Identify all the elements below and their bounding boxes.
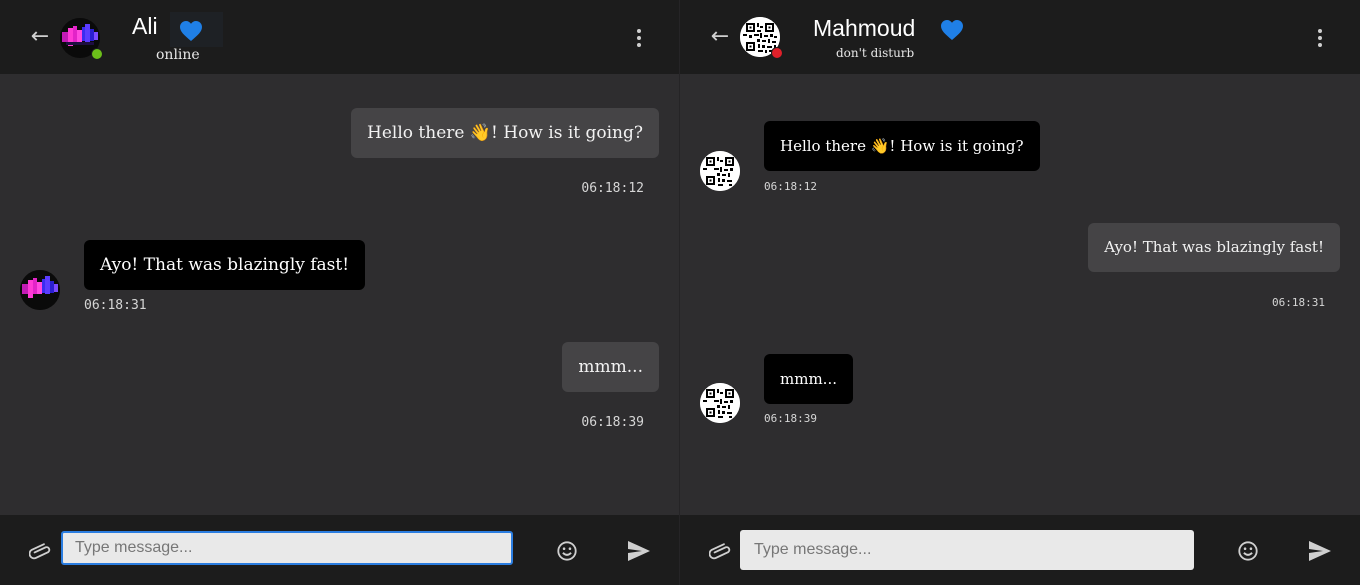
message-input[interactable]	[61, 531, 513, 565]
paperclip-icon[interactable]	[708, 540, 731, 562]
more-options-icon[interactable]	[636, 29, 642, 47]
contact-status: online	[156, 47, 200, 63]
message-composer	[680, 515, 1360, 585]
paperclip-icon[interactable]	[28, 540, 51, 562]
message-bubble-outgoing: Ayo! That was blazingly fast!	[1088, 223, 1340, 272]
emoji-icon[interactable]	[1237, 540, 1259, 562]
favorite-heart-icon[interactable]	[940, 19, 964, 41]
contact-name: Ali	[132, 13, 158, 39]
message-text: Hello there 👋! How is it going?	[780, 137, 1024, 155]
chat-app: ← Ali online Hello there 👋! How is it go…	[0, 0, 1360, 585]
message-bubble-outgoing: mmm...	[562, 342, 659, 392]
message-bubble-incoming: Ayo! That was blazingly fast!	[84, 240, 366, 290]
message-text: mmm...	[780, 370, 837, 388]
message-text: mmm...	[578, 357, 643, 377]
message-text: Ayo! That was blazingly fast!	[1104, 238, 1324, 256]
contact-avatar[interactable]	[60, 18, 103, 60]
favorite-heart-icon[interactable]	[170, 12, 223, 47]
message-text: Hello there 👋! How is it going?	[367, 123, 643, 143]
message-time: 06:18:12	[764, 180, 817, 193]
dnd-status-dot	[771, 47, 783, 59]
send-icon[interactable]	[627, 540, 651, 562]
contact-avatar[interactable]	[740, 17, 783, 59]
sender-avatar	[20, 270, 60, 310]
avatar	[20, 270, 60, 310]
message-time: 06:18:31	[84, 298, 147, 313]
avatar	[700, 151, 740, 191]
chat-pane-mahmoud: ← Mahmoud don't disturb Hello there 👋! H…	[680, 0, 1360, 585]
message-text: Ayo! That was blazingly fast!	[100, 255, 350, 275]
message-time: 06:18:31	[1272, 296, 1325, 309]
message-bubble-incoming: mmm...	[764, 354, 853, 404]
message-time: 06:18:39	[581, 415, 644, 430]
emoji-icon[interactable]	[556, 540, 578, 562]
message-bubble-incoming: Hello there 👋! How is it going?	[764, 121, 1040, 171]
back-arrow-icon[interactable]: ←	[709, 26, 731, 48]
chat-header: ←	[680, 0, 1360, 74]
message-bubble-outgoing: Hello there 👋! How is it going?	[351, 108, 659, 158]
message-composer	[0, 515, 679, 585]
more-options-icon[interactable]	[1317, 29, 1323, 47]
chat-header: ←	[0, 0, 679, 74]
sender-avatar	[700, 151, 740, 191]
message-time: 06:18:12	[581, 181, 644, 196]
avatar	[700, 383, 740, 423]
sender-avatar	[700, 383, 740, 423]
contact-status: don't disturb	[836, 46, 915, 60]
message-input[interactable]	[740, 530, 1194, 570]
online-status-dot	[91, 48, 103, 60]
chat-pane-ali: ← Ali online Hello there 👋! How is it go…	[0, 0, 680, 585]
contact-name: Mahmoud	[813, 15, 916, 41]
back-arrow-icon[interactable]: ←	[29, 26, 51, 48]
message-time: 06:18:39	[764, 412, 817, 425]
send-icon[interactable]	[1308, 540, 1332, 562]
